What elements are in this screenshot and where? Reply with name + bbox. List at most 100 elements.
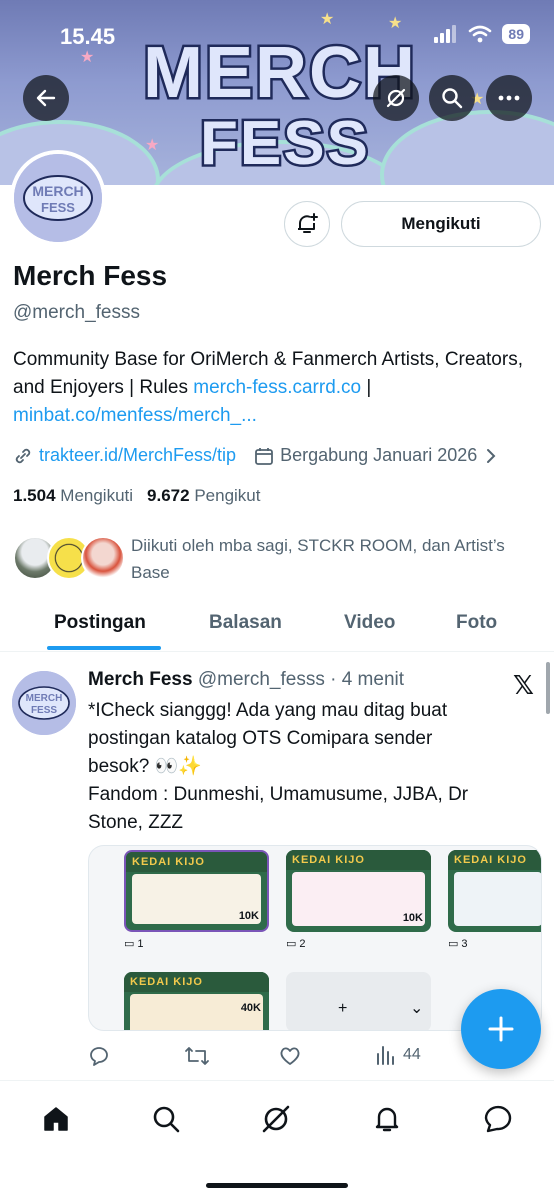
tab-replies[interactable]: Balasan: [209, 612, 282, 634]
media-thumbnail[interactable]: KEDAI KIJO 10K: [124, 850, 269, 932]
tweet-author-handle[interactable]: @merch_fesss: [198, 669, 325, 690]
tweet-header: Merch Fess @merch_fesss · 4 menit: [88, 669, 404, 691]
bio-link-minbat[interactable]: minbat.co/menfess/merch_...: [13, 405, 257, 426]
grok-button[interactable]: [373, 75, 419, 121]
notify-button[interactable]: [284, 201, 330, 247]
views-count: 44: [403, 1046, 421, 1063]
profile-name: Merch Fess: [13, 260, 168, 291]
comment-small-icon: ▭: [124, 938, 135, 950]
following-count: 1.504: [13, 486, 56, 505]
home-icon: [44, 1107, 68, 1131]
follow-counts: 1.504 Mengikuti 9.672 Pengikut: [13, 486, 261, 506]
media-caption-count: 3: [461, 937, 468, 950]
reply-button[interactable]: [88, 1044, 112, 1068]
media-caption: ▭ 1: [124, 937, 144, 951]
more-icon: [498, 95, 520, 101]
bio-link-carrd[interactable]: merch-fess.carrd.co: [193, 377, 361, 398]
chevron-right-icon[interactable]: [485, 448, 497, 464]
link-icon: [15, 448, 31, 463]
media-caption-count: 2: [299, 937, 306, 950]
svg-text:FESS: FESS: [41, 200, 75, 215]
avatar-logo: MERCH FESS: [14, 154, 102, 242]
profile-meta: trakteer.id/MerchFess/tip Bergabung Janu…: [13, 445, 497, 466]
add-media-tile[interactable]: + ⌄: [286, 972, 431, 1030]
tweet-avatar[interactable]: MERCH FESS: [12, 671, 76, 735]
media-caption: ▭ 3: [448, 937, 468, 951]
retweet-icon: [185, 1047, 209, 1065]
bell-icon: [375, 1107, 399, 1132]
svg-text:FESS: FESS: [200, 109, 370, 172]
more-button[interactable]: [486, 75, 532, 121]
thumb-price: 10K: [238, 910, 259, 922]
comment-small-icon: ▭: [286, 938, 297, 950]
svg-text:MERCH: MERCH: [26, 693, 63, 704]
thumb-body: [454, 872, 541, 926]
like-button[interactable]: [278, 1044, 302, 1068]
battery-indicator: 89: [502, 24, 530, 44]
joined-date: Bergabung Januari 2026: [280, 445, 478, 465]
website-item[interactable]: trakteer.id/MerchFess/tip: [13, 445, 236, 466]
followed-by-avatars: [13, 532, 125, 582]
scrollbar[interactable]: [546, 662, 550, 714]
nav-home[interactable]: [36, 1099, 76, 1139]
avatar: [81, 536, 125, 580]
media-thumbnail[interactable]: KEDAI KIJO: [448, 850, 541, 932]
thumb-brand: KEDAI KIJO: [448, 850, 541, 870]
following-button[interactable]: Mengikuti: [341, 201, 541, 247]
status-bar: 15.45 89: [0, 0, 554, 72]
compose-button[interactable]: [461, 989, 541, 1069]
plus-icon: [488, 1016, 514, 1042]
tab-photos[interactable]: Foto: [456, 612, 497, 634]
followers-count: 9.672: [147, 486, 190, 505]
active-tab-indicator: [47, 646, 161, 650]
status-time: 15.45: [60, 24, 116, 49]
chevron-down-icon[interactable]: ⌄: [410, 998, 423, 1018]
bottom-navigation: [0, 1080, 554, 1199]
bell-plus-icon: [298, 213, 318, 233]
views-button[interactable]: 44: [375, 1044, 421, 1066]
svg-text:MERCH: MERCH: [32, 183, 83, 199]
nav-grok[interactable]: [256, 1099, 296, 1139]
media-caption-count: 1: [137, 937, 144, 950]
media-caption: ▭ 2: [286, 937, 306, 951]
signal-icon: [434, 25, 457, 43]
search-icon: [442, 88, 463, 109]
website-link[interactable]: trakteer.id/MerchFess/tip: [39, 445, 236, 466]
media-thumbnail[interactable]: KEDAI KIJO 10K: [286, 850, 431, 932]
followed-by[interactable]: Diikuti oleh mba sagi, STCKR ROOM, dan A…: [13, 532, 511, 586]
back-button[interactable]: [23, 75, 69, 121]
retweet-button[interactable]: [184, 1044, 210, 1068]
calendar-icon: [255, 447, 273, 465]
reply-icon: [90, 1047, 108, 1066]
tweet-line: *ICheck sianggg! Ada yang mau ditag buat: [88, 700, 448, 721]
nav-explore[interactable]: [146, 1099, 186, 1139]
following-count-link[interactable]: 1.504 Mengikuti: [13, 486, 133, 506]
profile-bio: Community Base for OriMerch & Fanmerch A…: [13, 346, 543, 430]
followed-by-text: Diikuti oleh mba sagi, STCKR ROOM, dan A…: [131, 536, 505, 582]
svg-text:FESS: FESS: [31, 705, 57, 716]
nav-notifications[interactable]: [367, 1099, 407, 1139]
tweet-text: *ICheck sianggg! Ada yang mau ditag buat…: [88, 697, 528, 837]
home-indicator: [206, 1183, 348, 1188]
tweet-line: besok? 👀✨: [88, 756, 202, 777]
thumb-brand: KEDAI KIJO: [126, 852, 267, 872]
comment-small-icon: ▭: [448, 938, 459, 950]
chat-icon: [484, 1105, 512, 1133]
tweet-author-name[interactable]: Merch Fess: [88, 669, 193, 690]
search-icon: [153, 1106, 180, 1133]
tab-video[interactable]: Video: [344, 612, 395, 634]
add-plus-icon: +: [338, 1000, 348, 1017]
heart-icon: [280, 1047, 300, 1065]
following-label: Mengikuti: [60, 486, 134, 505]
tab-posts[interactable]: Postingan: [54, 612, 146, 634]
media-thumbnail[interactable]: KEDAI KIJO 40K: [124, 972, 269, 1030]
profile-avatar[interactable]: MERCH FESS: [10, 150, 106, 246]
wifi-icon: [469, 25, 492, 43]
followers-count-link[interactable]: 9.672 Pengikut: [147, 486, 260, 506]
search-button[interactable]: [429, 75, 475, 121]
grok-icon: [386, 88, 406, 108]
grok-icon: [262, 1105, 290, 1133]
views-icon: [377, 1046, 394, 1065]
tweet-time[interactable]: · 4 menit: [330, 669, 404, 690]
nav-messages[interactable]: [478, 1099, 518, 1139]
